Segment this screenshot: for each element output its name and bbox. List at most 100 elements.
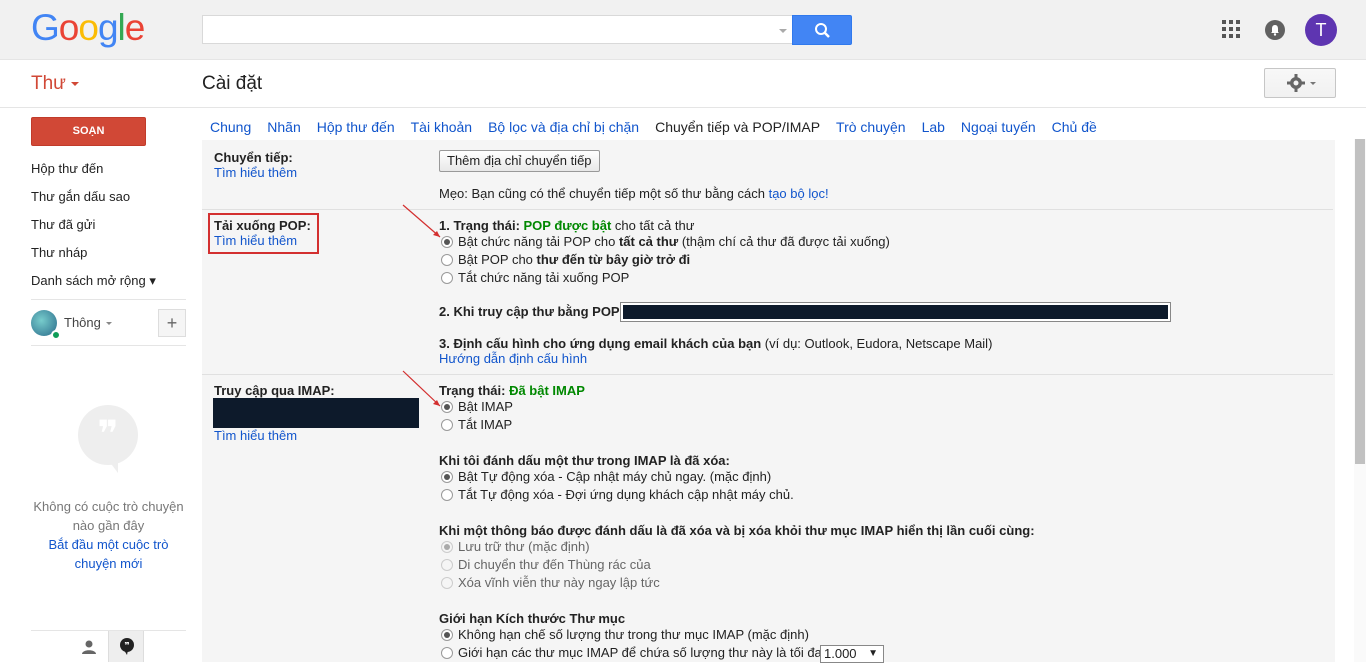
sidebar-item[interactable]: Danh sách mở rộng ▾ — [31, 267, 191, 295]
logo-letter: o — [58, 7, 80, 48]
forwarding-tip-text: Mẹo: Bạn cũng có thể chuyển tiếp một số … — [439, 186, 769, 201]
scrollbar-thumb[interactable] — [1355, 139, 1365, 464]
pop-config-instructions-link[interactable]: Hướng dẫn định cấu hình — [439, 351, 587, 366]
settings-gear-button[interactable] — [1264, 68, 1336, 98]
auto-expunge-off-radio[interactable] — [441, 489, 453, 501]
tab-item[interactable]: Ngoại tuyến — [953, 116, 1044, 138]
pop-access-label: 2. Khi truy cập thư bằng POP — [439, 304, 620, 319]
tab-item[interactable]: Trò chuyện — [828, 116, 914, 138]
folder-no-limit-radio[interactable] — [441, 629, 453, 641]
tab-item[interactable]: Chủ đề — [1044, 116, 1105, 138]
google-logo[interactable]: Google — [31, 7, 145, 49]
imap-disable-option[interactable]: Tắt IMAP — [458, 417, 512, 432]
tab-active[interactable]: Chuyển tiếp và POP/IMAP — [647, 116, 828, 138]
hangouts-tab-button[interactable]: ❞ — [108, 631, 144, 662]
folder-limit-radio[interactable] — [441, 647, 453, 659]
pop-disable-option[interactable]: Tắt chức năng tải xuống POP — [458, 270, 629, 285]
mail-app-switcher[interactable]: Thư — [31, 73, 79, 95]
imap-enable-radio[interactable] — [441, 401, 453, 413]
pop-all-mail-radio[interactable] — [441, 236, 453, 248]
imap-label: Truy cập qua IMAP: — [214, 383, 335, 398]
divider — [202, 209, 1333, 210]
pop-learn-more-link[interactable]: Tìm hiểu thêm — [214, 233, 297, 248]
expunge-delete-radio[interactable] — [441, 577, 453, 589]
search-input[interactable] — [202, 15, 792, 44]
page-title: Cài đặt — [202, 73, 263, 94]
hangouts-user-menu[interactable]: Thông — [64, 315, 112, 330]
notifications-bell-icon[interactable] — [1265, 20, 1285, 40]
imap-deleted-heading: Khi tôi đánh dấu một thư trong IMAP là đ… — [439, 453, 730, 468]
folder-limit-option[interactable]: Giới hạn các thư mục IMAP để chứa số lượ… — [458, 645, 822, 660]
redacted-area — [213, 398, 419, 428]
expunge-trash-option[interactable]: Di chuyển thư đến Thùng rác của — [458, 557, 651, 572]
tab-item[interactable]: Hộp thư đến — [309, 116, 403, 138]
imap-status-value: Đã bật IMAP — [509, 383, 585, 398]
apps-grid-icon[interactable] — [1222, 20, 1240, 38]
folder-limit-value: 1.000 — [824, 646, 857, 661]
pop-access-select[interactable] — [620, 302, 1171, 322]
hangouts-user-name: Thông — [64, 315, 101, 330]
create-filter-link[interactable]: tạo bộ lọc! — [769, 186, 829, 201]
imap-learn-more-link[interactable]: Tìm hiểu thêm — [214, 428, 297, 443]
pop-opt1-text-c: (thậm chí cả thư đã được tải xuống) — [678, 234, 890, 249]
logo-letter: o — [78, 7, 99, 48]
tab-item[interactable]: Bộ lọc và địa chỉ bị chặn — [480, 116, 647, 138]
add-forwarding-address-button[interactable]: Thêm địa chỉ chuyển tiếp — [439, 150, 600, 172]
logo-letter: l — [117, 7, 126, 48]
imap-enable-option[interactable]: Bật IMAP — [458, 399, 513, 414]
search-options-chevron-icon[interactable] — [779, 29, 787, 33]
pop-config-label: 3. Định cấu hình cho ứng dụng email khác… — [439, 336, 762, 351]
folder-size-heading-text: Giới hạn Kích thước Thư mục — [439, 611, 626, 626]
chevron-down-icon — [70, 81, 79, 86]
expunge-archive-option[interactable]: Lưu trữ thư (mặc định) — [458, 539, 590, 554]
tab-item[interactable]: Lab — [914, 116, 953, 138]
tab-item[interactable]: Tài khoản — [403, 116, 480, 138]
pop-all-mail-option[interactable]: Bật chức năng tải POP cho tất cả thư (th… — [458, 234, 890, 249]
pop-disable-radio[interactable] — [441, 272, 453, 284]
account-avatar[interactable]: T — [1305, 14, 1337, 46]
forwarding-learn-more-link[interactable]: Tìm hiểu thêm — [214, 165, 297, 180]
folder-size-heading: Giới hạn Kích thước Thư mục — [439, 611, 625, 626]
online-status-icon — [51, 330, 61, 340]
auto-expunge-on-radio[interactable] — [441, 471, 453, 483]
sidebar-item[interactable]: Thư đã gửi — [31, 211, 191, 239]
new-conversation-plus-button[interactable]: + — [158, 309, 186, 337]
pop-new-mail-radio[interactable] — [441, 254, 453, 266]
contacts-person-icon[interactable] — [80, 638, 98, 656]
auto-expunge-off-option[interactable]: Tắt Tự động xóa - Đợi ứng dụng khách cập… — [458, 487, 794, 502]
pop-label: Tải xuống POP: — [214, 218, 311, 233]
compose-button[interactable]: SOẠN — [31, 117, 146, 146]
pop-new-mail-option[interactable]: Bật POP cho thư đến từ bây giờ trở đi — [458, 252, 690, 267]
pop-opt2-text-b: thư đến từ bây giờ trở đi — [536, 252, 691, 267]
divider — [31, 299, 186, 300]
top-bar: Google T — [0, 0, 1366, 60]
logo-letter: G — [31, 7, 60, 48]
pop-opt1-text-a: Bật chức năng tải POP cho — [458, 234, 619, 249]
expunge-trash-radio[interactable] — [441, 559, 453, 571]
gear-icon — [1287, 74, 1316, 92]
search-icon — [815, 23, 830, 38]
pop-opt1-text-b: tất cả thư — [618, 234, 679, 249]
imap-expunge-heading: Khi một thông báo được đánh dấu là đã xó… — [439, 523, 1035, 538]
left-nav: Hộp thư đến Thư gắn dấu sao Thư đã gửi Thư … — [31, 155, 191, 295]
auto-expunge-on-option[interactable]: Bật Tự động xóa - Cập nhật máy chủ ngay.… — [458, 469, 771, 484]
tab-item[interactable]: Nhãn — [259, 116, 308, 138]
pop-status-value: POP được bật — [523, 218, 612, 233]
folder-limit-select[interactable]: 1.000 ▼ — [820, 645, 884, 663]
sidebar-item[interactable]: Thư gắn dấu sao — [31, 183, 191, 211]
expunge-archive-radio[interactable] — [441, 541, 453, 553]
sidebar-item[interactable]: Hộp thư đến — [31, 155, 191, 183]
imap-disable-radio[interactable] — [441, 419, 453, 431]
imap-status: Trạng thái: Đã bật IMAP — [439, 383, 585, 398]
search-button[interactable] — [792, 15, 852, 45]
sidebar-item[interactable]: Thư nháp — [31, 239, 191, 267]
expunge-delete-option[interactable]: Xóa vĩnh viễn thư này ngay lập tức — [458, 575, 660, 590]
forwarding-tip: Mẹo: Bạn cũng có thể chuyển tiếp một số … — [439, 186, 829, 201]
start-new-chat-link[interactable]: Bắt đầu một cuộc trò chuyện mới — [31, 535, 186, 573]
pop-config-examples: (ví dụ: Outlook, Eudora, Netscape Mail) — [761, 336, 993, 351]
folder-no-limit-option[interactable]: Không hạn chế số lượng thư trong thư mục… — [458, 627, 809, 642]
chevron-down-icon — [105, 322, 112, 326]
forwarding-label: Chuyển tiếp: — [214, 150, 293, 165]
tab-item[interactable]: Chung — [202, 116, 259, 138]
pop-opt2-text-a: Bật POP cho — [458, 252, 537, 267]
